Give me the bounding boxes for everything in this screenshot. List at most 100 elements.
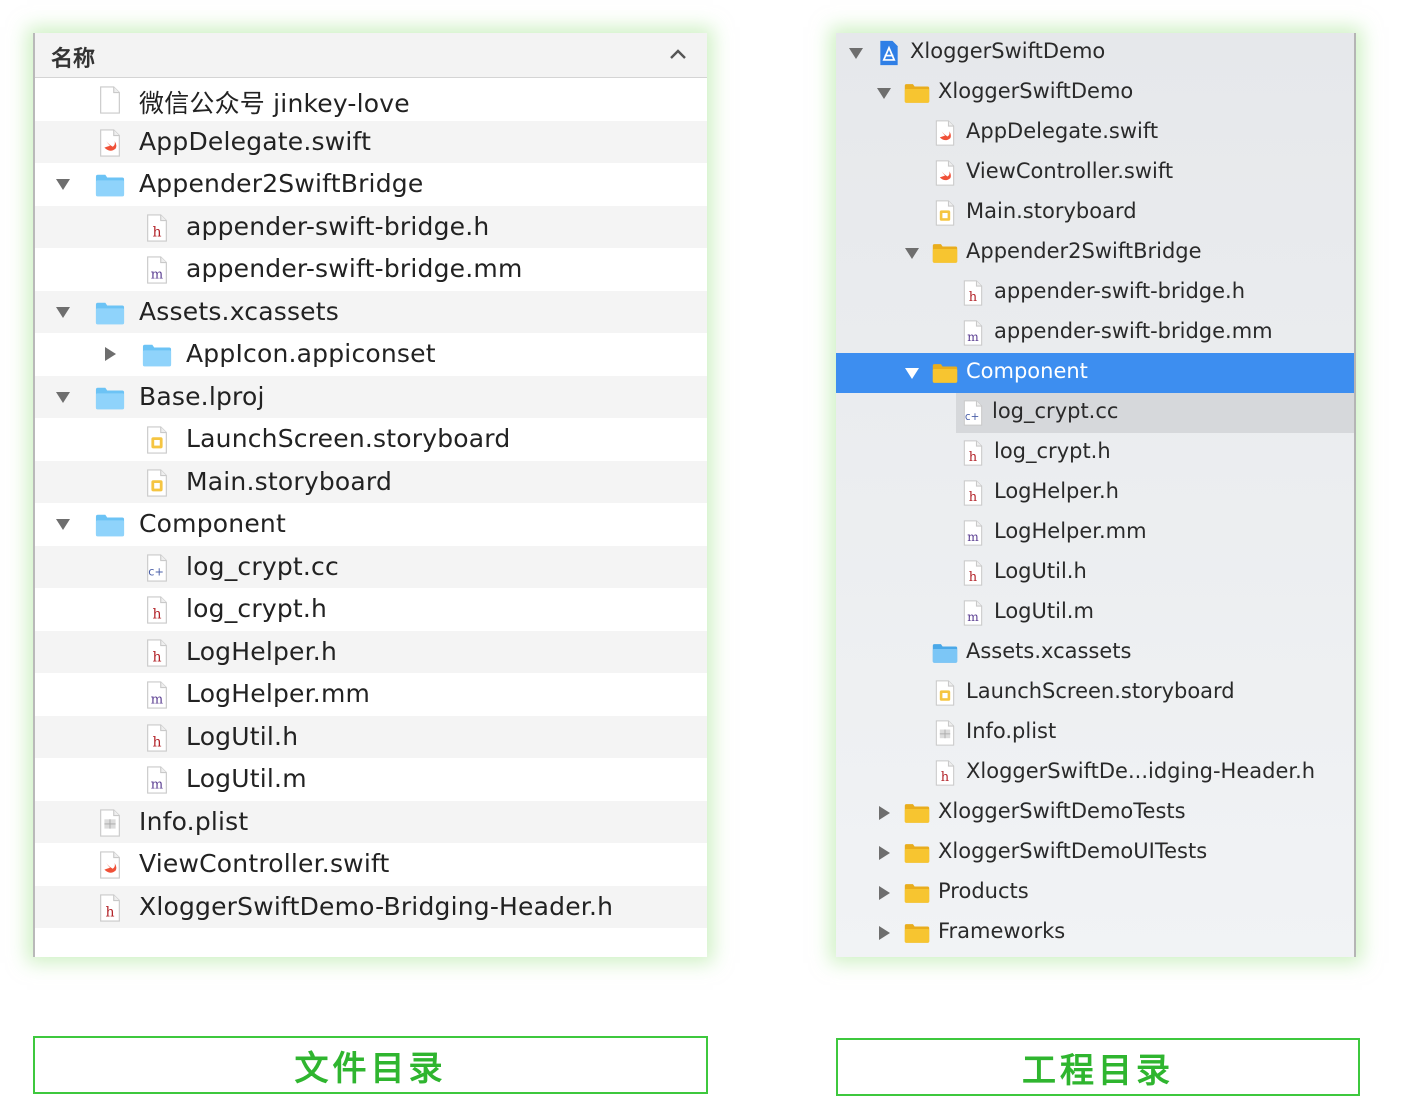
objc-file-icon: m (142, 766, 172, 794)
finder-row[interactable]: Appender2SwiftBridge (35, 163, 707, 206)
navigator-row[interactable]: c+ log_crypt.cc (956, 393, 1354, 433)
disclosure-expanded-icon[interactable] (55, 304, 71, 320)
navigator-row[interactable]: AppDelegate.swift (836, 113, 1354, 153)
navigator-row[interactable]: Info.plist (836, 713, 1354, 753)
folder-icon (95, 511, 125, 539)
svg-text:h: h (969, 570, 978, 585)
navigator-row[interactable]: m appender-swift-bridge.mm (836, 313, 1354, 353)
finder-row-label: AppDelegate.swift (139, 126, 372, 156)
finder-row-label: Component (139, 509, 286, 538)
swift-file-icon (95, 851, 125, 879)
disclosure-expanded-icon[interactable] (904, 365, 920, 381)
svg-text:h: h (105, 904, 114, 920)
navigator-row[interactable]: XloggerSwiftDemoUITests (836, 833, 1354, 873)
finder-row[interactable]: m LogUtil.m (35, 758, 707, 801)
storyboard-file-icon (932, 680, 958, 706)
navigator-row-selected[interactable]: Component (836, 353, 1354, 393)
disclosure-collapsed-icon[interactable] (102, 346, 118, 362)
navigator-row-label: LogUtil.m (994, 599, 1094, 623)
finder-row-label: AppIcon.appiconset (186, 339, 436, 368)
yellow-folder-icon (932, 240, 958, 266)
finder-row-label: LogUtil.m (186, 764, 307, 793)
finder-row[interactable]: m LogHelper.mm (35, 673, 707, 716)
navigator-row[interactable]: XloggerSwiftDemo (836, 33, 1354, 73)
disclosure-expanded-icon[interactable] (848, 45, 864, 61)
navigator-row[interactable]: h appender-swift-bridge.h (836, 273, 1354, 313)
navigator-row[interactable]: ViewController.swift (836, 153, 1354, 193)
navigator-row[interactable]: m LogUtil.m (836, 593, 1354, 633)
navigator-row[interactable]: h LogHelper.h (836, 473, 1354, 513)
finder-row[interactable]: h appender-swift-bridge.h (35, 205, 707, 248)
finder-row-label: Assets.xcassets (139, 296, 339, 326)
navigator-row[interactable]: h LogUtil.h (836, 553, 1354, 593)
svg-text:h: h (152, 606, 161, 622)
disclosure-expanded-icon[interactable] (876, 85, 892, 101)
navigator-row[interactable]: Assets.xcassets (836, 633, 1354, 673)
finder-row[interactable]: AppIcon.appiconset (35, 333, 707, 376)
disclosure-collapsed-icon[interactable] (876, 805, 892, 821)
finder-row-label: log_crypt.cc (186, 551, 339, 581)
disclosure-collapsed-icon[interactable] (876, 885, 892, 901)
finder-row-label: ViewController.swift (139, 849, 390, 878)
finder-row-label: XloggerSwiftDemo-Bridging-Header.h (139, 891, 614, 921)
navigator-row[interactable]: LaunchScreen.storyboard (836, 673, 1354, 713)
objc-file-icon: m (142, 256, 172, 284)
header-file-icon: h (142, 638, 172, 667)
finder-row[interactable]: Assets.xcassets (35, 290, 707, 333)
file-directory-caption: 文件目录 (33, 1036, 708, 1094)
header-file-icon: h (960, 440, 986, 466)
cpp-file-icon: c+ (960, 400, 986, 426)
xcode-rows: XloggerSwiftDemo XloggerSwiftDemo AppDeleg… (836, 33, 1354, 953)
navigator-row[interactable]: Frameworks (836, 913, 1354, 953)
navigator-row[interactable]: Main.storyboard (836, 193, 1354, 233)
disclosure-expanded-icon[interactable] (55, 389, 71, 405)
svg-text:h: h (969, 490, 978, 505)
finder-row-label: appender-swift-bridge.mm (186, 254, 523, 283)
finder-file-list: 名称 微信公众号 jinkey-love AppDelegate.swift App… (33, 33, 707, 957)
yellow-folder-icon (904, 840, 930, 866)
finder-column-header[interactable]: 名称 (35, 33, 707, 78)
finder-row[interactable]: h XloggerSwiftDemo-Bridging-Header.h (35, 885, 707, 928)
navigator-row-label: log_crypt.cc (992, 399, 1119, 423)
svg-text:h: h (969, 450, 978, 465)
svg-text:h: h (152, 224, 161, 240)
yellow-folder-icon (904, 80, 930, 106)
navigator-row[interactable]: Products (836, 873, 1354, 913)
project-directory-caption: 工程目录 (836, 1038, 1360, 1096)
disclosure-expanded-icon[interactable] (55, 516, 71, 532)
svg-text:m: m (967, 330, 979, 344)
finder-row[interactable]: h LogUtil.h (35, 715, 707, 758)
finder-row[interactable]: Main.storyboard (35, 460, 707, 503)
finder-row[interactable]: ViewController.swift (35, 843, 707, 886)
finder-row[interactable]: m appender-swift-bridge.mm (35, 248, 707, 291)
navigator-row-label: Info.plist (966, 719, 1057, 743)
finder-row[interactable]: AppDelegate.swift (35, 120, 707, 163)
disclosure-expanded-icon[interactable] (904, 245, 920, 261)
folder-icon (95, 171, 125, 199)
swift-file-icon (95, 128, 125, 157)
finder-row[interactable]: Info.plist (35, 800, 707, 843)
finder-row[interactable]: Component (35, 503, 707, 546)
navigator-row[interactable]: h XloggerSwiftDe...idging-Header.h (836, 753, 1354, 793)
finder-row[interactable]: h log_crypt.h (35, 588, 707, 631)
folder-icon (142, 341, 172, 369)
navigator-row-label: LogHelper.h (994, 479, 1119, 503)
navigator-row[interactable]: Appender2SwiftBridge (836, 233, 1354, 273)
disclosure-collapsed-icon[interactable] (876, 925, 892, 941)
finder-row[interactable]: h LogHelper.h (35, 630, 707, 673)
navigator-row[interactable]: m LogHelper.mm (836, 513, 1354, 553)
finder-row[interactable]: Base.lproj (35, 375, 707, 418)
finder-row[interactable]: LaunchScreen.storyboard (35, 418, 707, 461)
navigator-row[interactable]: XloggerSwiftDemoTests (836, 793, 1354, 833)
navigator-row[interactable]: XloggerSwiftDemo (836, 73, 1354, 113)
plist-file-icon (932, 720, 958, 746)
navigator-row[interactable]: h log_crypt.h (836, 433, 1354, 473)
disclosure-collapsed-icon[interactable] (876, 845, 892, 861)
navigator-row-label: log_crypt.h (994, 439, 1111, 463)
finder-row-label: Info.plist (139, 806, 249, 836)
sort-ascending-icon[interactable] (669, 47, 687, 61)
finder-row[interactable]: c+ log_crypt.cc (35, 545, 707, 588)
navigator-row-label: XloggerSwiftDemo (938, 79, 1134, 103)
finder-row[interactable]: 微信公众号 jinkey-love (35, 78, 707, 121)
disclosure-expanded-icon[interactable] (55, 176, 71, 192)
